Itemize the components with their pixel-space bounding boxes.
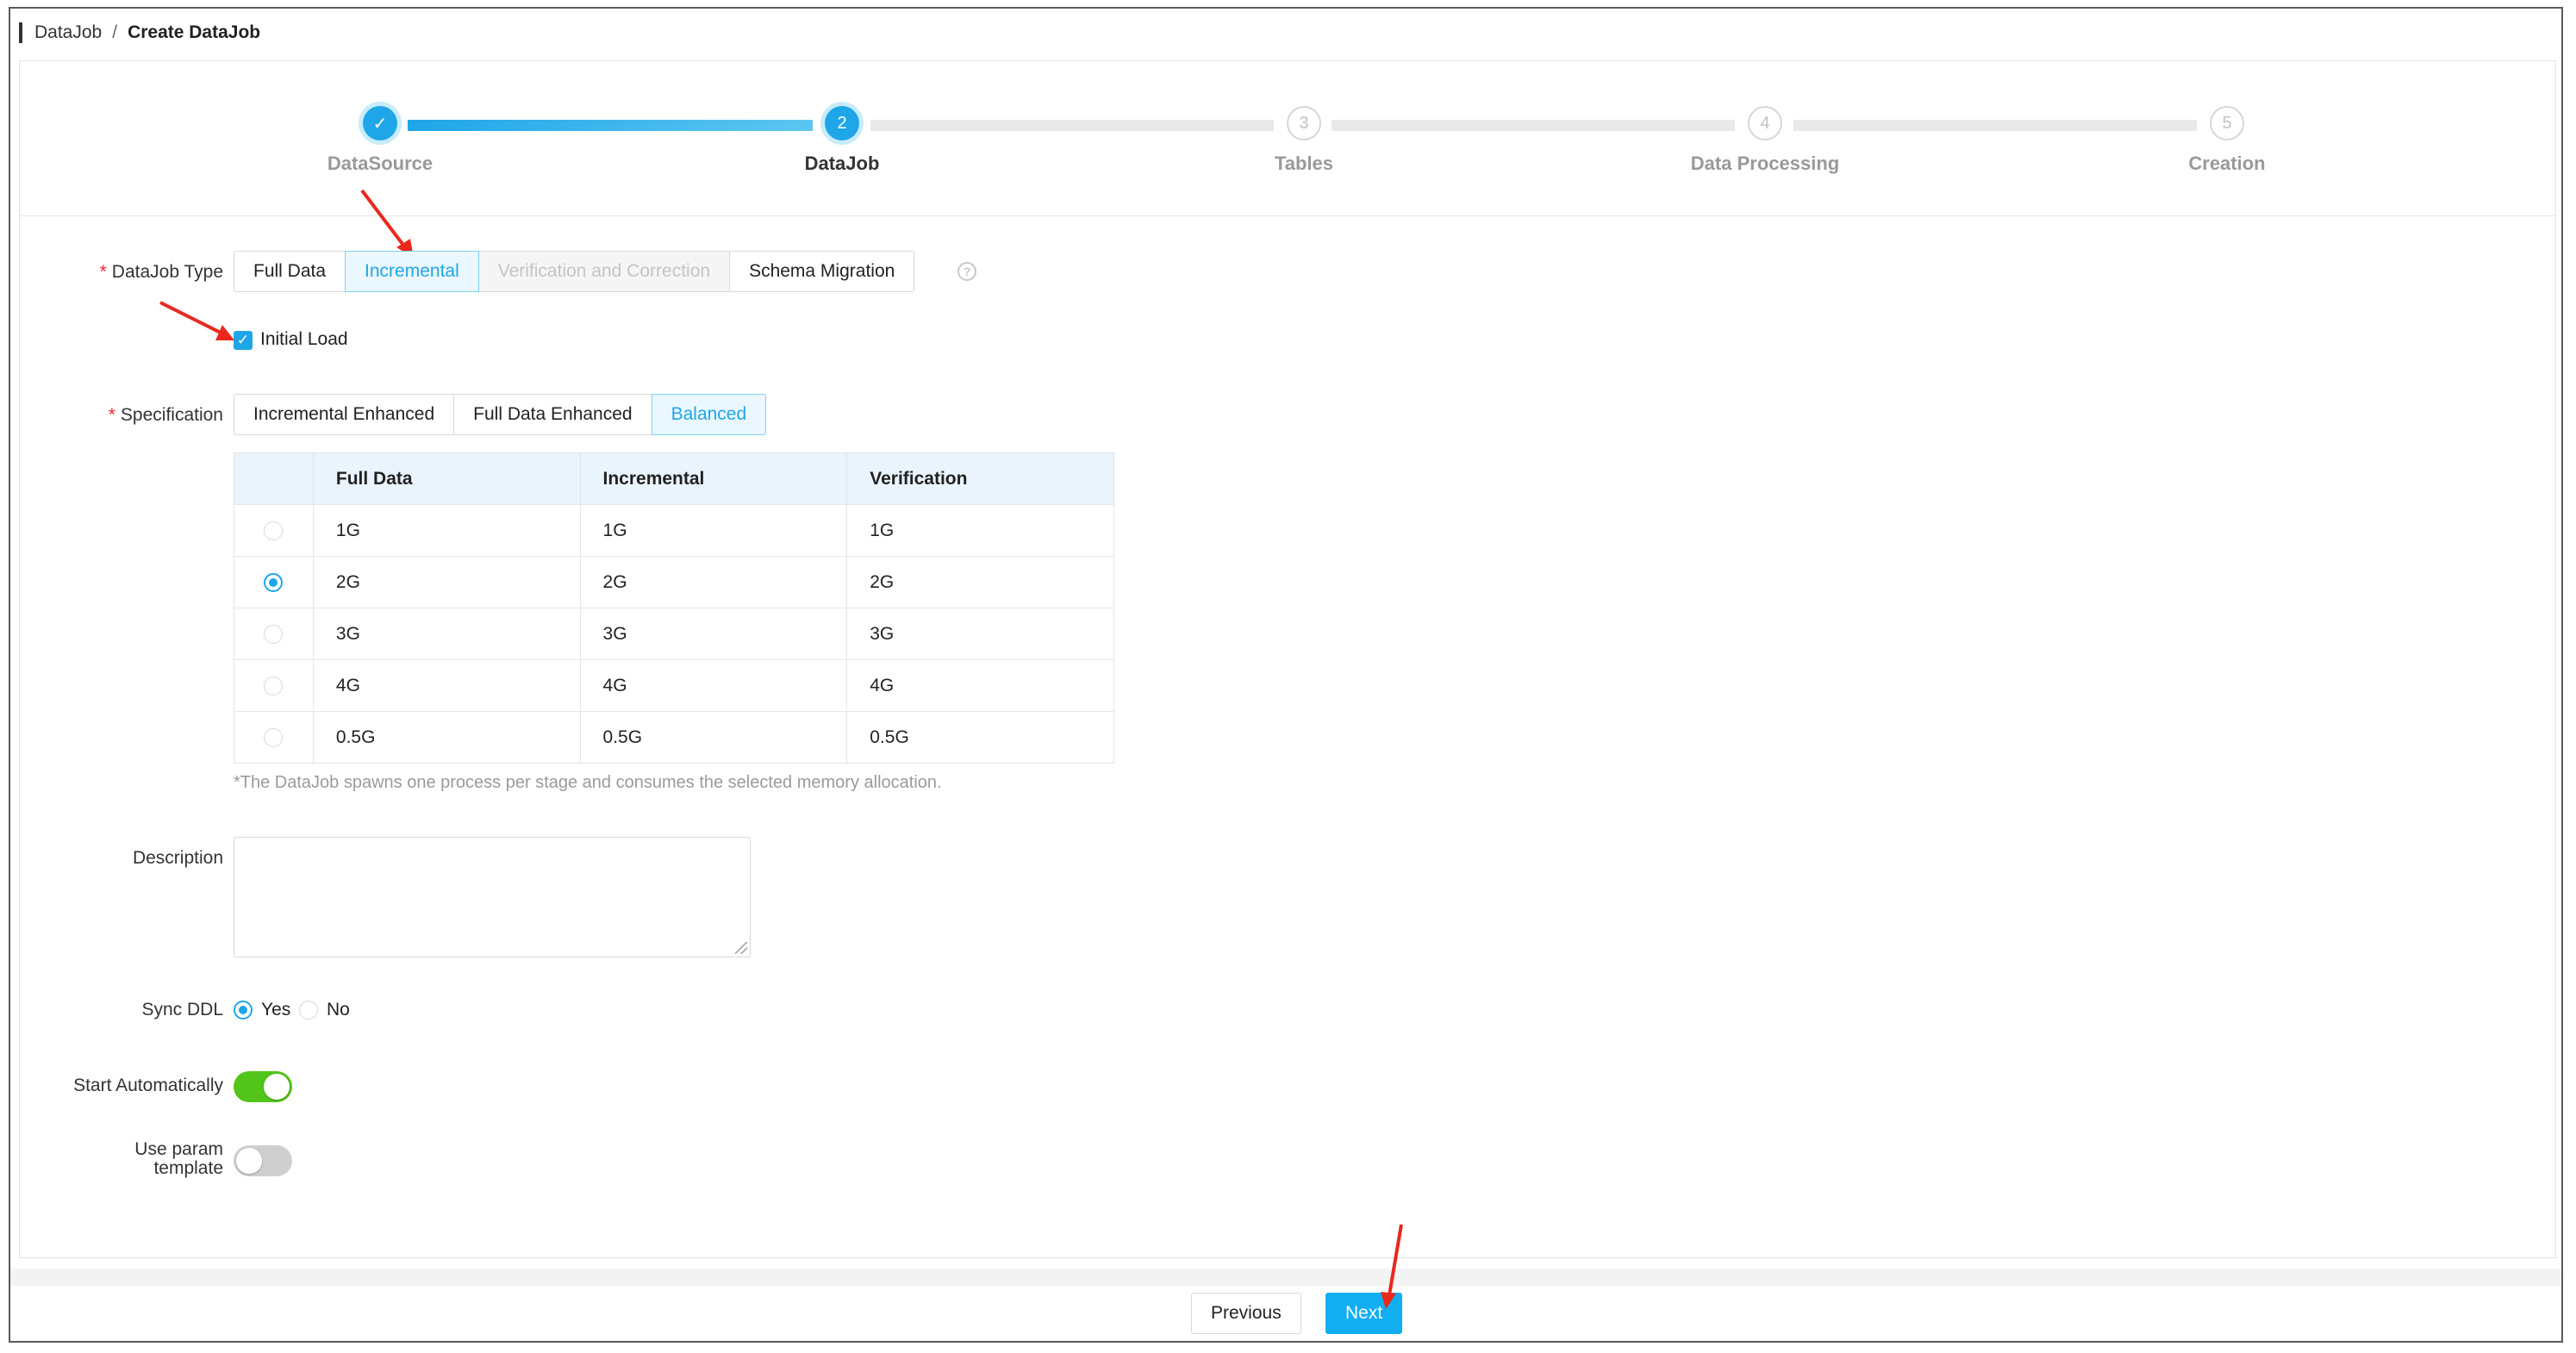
table-row[interactable]: 1G 1G 1G: [234, 504, 1114, 557]
spec-note: *The DataJob spawns one process per stag…: [234, 773, 942, 792]
footer-divider: [10, 1269, 2561, 1286]
step-4-node: 4: [1748, 106, 1782, 140]
app-window: DataJob / Create DataJob ✓ 2 3 4 5 DataS…: [9, 7, 2563, 1343]
sync-ddl-yes-option[interactable]: Yes: [234, 1000, 290, 1020]
step-3-label: Tables: [1274, 153, 1334, 174]
table-cell: 0.5G: [846, 711, 1114, 764]
table-cell: 1G: [846, 504, 1114, 557]
sync-ddl-no-label[interactable]: No: [327, 1000, 350, 1020]
use-param-template-label-line2: template: [153, 1158, 223, 1178]
table-cell: 1G: [313, 504, 581, 557]
step-4-label: Data Processing: [1690, 153, 1840, 174]
row-radio-cell[interactable]: [234, 556, 314, 608]
type-full-data-option[interactable]: Full Data: [234, 251, 346, 292]
use-param-template-label: Use param template: [20, 1140, 223, 1178]
footer-bar: Previous Next: [10, 1286, 2561, 1341]
row-radio-cell[interactable]: [234, 711, 314, 764]
breadcrumb-bar: [19, 22, 22, 43]
specification-label: * Specification: [20, 404, 223, 427]
step-2-label: DataJob: [804, 153, 880, 174]
use-param-template-switch[interactable]: [234, 1145, 292, 1176]
table-cell: 2G: [313, 556, 581, 608]
specification-label-text: Specification: [120, 405, 223, 425]
table-cell: 4G: [313, 659, 581, 712]
breadcrumb-separator: /: [112, 22, 118, 42]
required-mark: *: [99, 262, 107, 282]
step-3-node: 3: [1287, 106, 1321, 140]
step-indicator: ✓ 2 3 4 5 DataSource DataJob Tables Data…: [20, 61, 2555, 216]
step-1-label: DataSource: [327, 153, 433, 174]
step-5-node: 5: [2210, 106, 2244, 140]
step-5-label: Creation: [2188, 153, 2266, 174]
row-radio[interactable]: [264, 624, 284, 644]
initial-load-checkbox[interactable]: ✓: [234, 331, 253, 350]
question-circle-icon[interactable]: ?: [957, 262, 976, 281]
step-connector-4: [1793, 120, 2197, 131]
sync-ddl-label: Sync DDL: [141, 1000, 223, 1019]
sync-ddl-yes-radio[interactable]: [234, 1001, 253, 1019]
previous-button[interactable]: Previous: [1191, 1293, 1301, 1334]
table-header-incremental: Incremental: [580, 452, 848, 505]
table-cell: 0.5G: [580, 711, 848, 764]
table-cell: 3G: [580, 608, 848, 660]
table-header-select: [234, 452, 314, 505]
breadcrumb: DataJob / Create DataJob: [19, 21, 260, 45]
table-row[interactable]: 2G 2G 2G: [234, 556, 1114, 608]
table-header-verification: Verification: [846, 452, 1114, 505]
required-mark: *: [108, 405, 115, 425]
specification-selector: Incremental Enhanced Full Data Enhanced …: [234, 394, 767, 435]
row-radio-cell[interactable]: [234, 608, 314, 660]
switch-knob: [236, 1148, 262, 1174]
use-param-template-label-line1: Use param: [134, 1139, 223, 1159]
row-radio[interactable]: [264, 676, 284, 695]
row-radio-cell[interactable]: [234, 659, 314, 712]
breadcrumb-current: Create DataJob: [128, 22, 261, 42]
spec-table: Full Data Incremental Verification 1G 1G…: [234, 452, 1114, 764]
datajob-type-label: * DataJob Type: [20, 261, 223, 284]
spec-incremental-enhanced-option[interactable]: Incremental Enhanced: [234, 394, 455, 435]
breadcrumb-parent-link[interactable]: DataJob: [34, 22, 102, 43]
step-2-node: 2: [825, 106, 859, 140]
table-header-row: Full Data Incremental Verification: [234, 452, 1114, 505]
step-connector-1: [408, 120, 813, 131]
spec-full-data-enhanced-option[interactable]: Full Data Enhanced: [453, 394, 652, 435]
table-cell: 2G: [580, 556, 848, 608]
step-connector-2: [870, 120, 1274, 131]
start-automatically-switch[interactable]: [234, 1071, 292, 1102]
table-cell: 0.5G: [313, 711, 581, 764]
table-cell: 4G: [580, 659, 848, 712]
table-cell: 1G: [580, 504, 848, 557]
type-incremental-option[interactable]: Incremental: [345, 251, 479, 292]
table-row[interactable]: 0.5G 0.5G 0.5G: [234, 711, 1114, 764]
form-card: ✓ 2 3 4 5 DataSource DataJob Tables Data…: [19, 60, 2556, 1258]
table-header-full-data: Full Data: [313, 452, 581, 505]
table-row[interactable]: 3G 3G 3G: [234, 608, 1114, 660]
start-automatically-label: Start Automatically: [73, 1076, 223, 1095]
next-button[interactable]: Next: [1325, 1293, 1403, 1334]
row-radio-cell[interactable]: [234, 504, 314, 557]
row-radio-selected[interactable]: [264, 572, 284, 592]
sync-ddl-yes-label[interactable]: Yes: [261, 1000, 290, 1020]
type-verification-option: Verification and Correction: [477, 251, 731, 292]
table-cell: 3G: [846, 608, 1114, 660]
description-label: Description: [132, 848, 223, 868]
description-textarea[interactable]: [234, 837, 751, 957]
spec-balanced-option[interactable]: Balanced: [651, 394, 767, 435]
step-connector-3: [1332, 120, 1735, 131]
table-cell: 2G: [846, 556, 1114, 608]
table-cell: 3G: [313, 608, 581, 660]
initial-load-label[interactable]: Initial Load: [260, 329, 348, 350]
datajob-type-label-text: DataJob Type: [111, 262, 223, 282]
sync-ddl-no-option[interactable]: No: [299, 1000, 350, 1020]
switch-knob: [264, 1074, 290, 1100]
table-row[interactable]: 4G 4G 4G: [234, 659, 1114, 712]
sync-ddl-no-radio[interactable]: [299, 1001, 318, 1019]
row-radio[interactable]: [264, 727, 284, 747]
type-schema-migration-option[interactable]: Schema Migration: [729, 251, 915, 292]
datajob-type-selector: Full Data Incremental Verification and C…: [234, 251, 915, 292]
step-1-check-icon: ✓: [363, 106, 397, 140]
resize-grip-icon[interactable]: [735, 942, 747, 954]
row-radio[interactable]: [264, 521, 284, 540]
table-cell: 4G: [846, 659, 1114, 712]
